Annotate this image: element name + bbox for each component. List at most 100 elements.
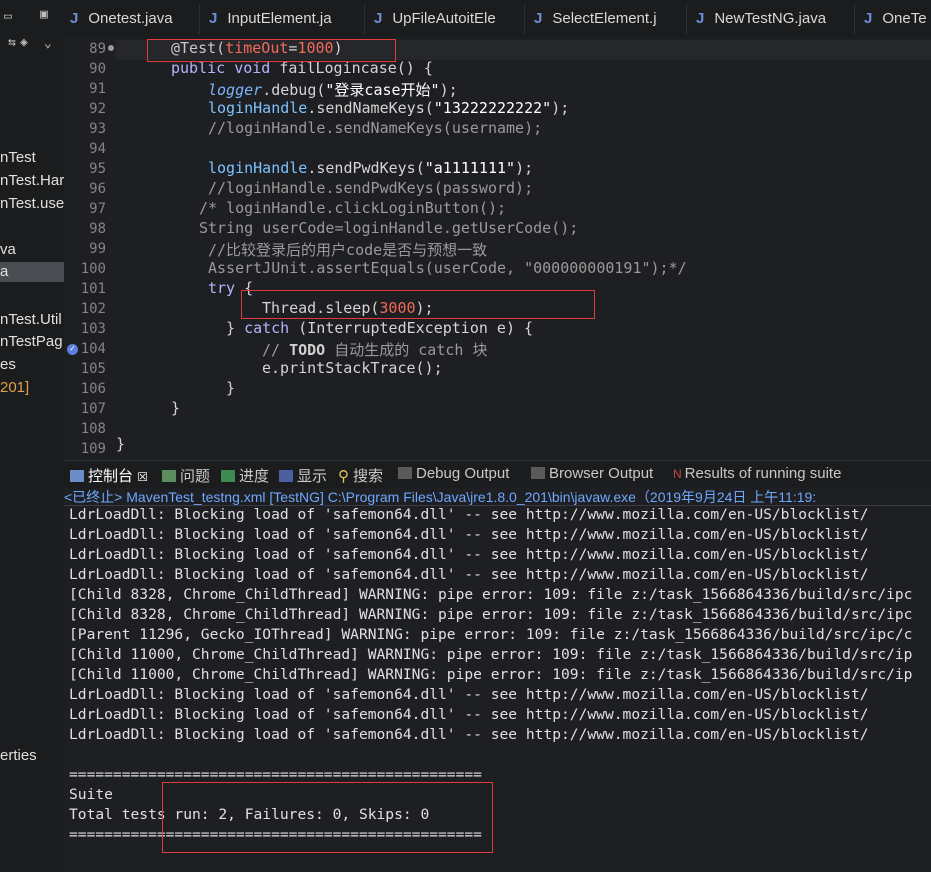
console-line: ========================================…: [69, 766, 482, 783]
tab-search[interactable]: ⚲ 搜索: [338, 465, 383, 486]
line-number: 97: [89, 201, 106, 217]
tab-divider: [199, 4, 200, 34]
console-status-line: <已终止> MavenTest_testng.xml [TestNG] C:\P…: [64, 489, 817, 505]
console-tab-bar: 控制台 ☒ 问题 进度 显示 ⚲ 搜索 Debug Output Browser …: [64, 460, 931, 488]
java-file-icon: J: [696, 10, 705, 27]
code-line-93: //loginHandle.sendNameKeys(username);: [208, 119, 543, 137]
line-number: 103: [80, 321, 106, 337]
summary-highlight-box: [162, 782, 493, 853]
line-number: 107: [80, 401, 106, 417]
tab-debug-output[interactable]: Debug Output: [398, 465, 509, 482]
console-line: [Child 8328, Chrome_ChildThread] WARNING…: [69, 606, 913, 623]
java-file-icon: J: [864, 10, 873, 27]
tab-problems[interactable]: 问题: [162, 465, 210, 486]
tab-label: 问题: [180, 468, 211, 485]
tab-progress[interactable]: 进度: [221, 465, 269, 486]
console-line: Suite: [69, 786, 113, 803]
comment-text: 自动生成的 catch 块: [325, 341, 488, 359]
console-line: [Parent 11296, Gecko_IOThread] WARNING: …: [69, 626, 913, 643]
code-line-97: /* loginHandle.clickLoginButton();: [199, 199, 507, 217]
close-icon[interactable]: ☒: [137, 470, 148, 484]
code-line-104: // TODO 自动生成的 catch 块: [262, 339, 487, 360]
console-line: [Child 11000, Chrome_ChildThread] WARNIN…: [69, 646, 913, 663]
console-line: LdrLoadDll: Blocking load of 'safemon64.…: [69, 726, 869, 743]
annotation-marker-icon[interactable]: [108, 45, 114, 51]
method-call: .sendPwdKeys(: [307, 159, 425, 177]
line-number: 92: [89, 101, 106, 117]
tab-label: UpFileAutoitEle: [392, 10, 496, 27]
code-line-106: }: [226, 379, 236, 397]
minimize-icon[interactable]: ▭: [4, 10, 12, 24]
statement-end: );: [439, 81, 458, 99]
problems-icon: [162, 470, 176, 482]
todo-tag: TODO: [289, 341, 326, 359]
console-output[interactable]: LdrLoadDll: Blocking load of 'safemon64.…: [64, 505, 931, 872]
code-line-107: }: [171, 399, 181, 417]
tab-divider: [686, 4, 687, 34]
console-line: LdrLoadDll: Blocking load of 'safemon64.…: [69, 566, 869, 583]
editor-tab[interactable]: J NewTestNG.java: [696, 10, 826, 27]
tab-label: 进度: [239, 468, 270, 485]
explorer-item[interactable]: nTestPag: [0, 332, 63, 352]
task-checkmark-icon[interactable]: ✓: [67, 344, 78, 355]
sleep-highlight-box: [241, 290, 595, 319]
tab-console[interactable]: 控制台 ☒: [70, 465, 148, 486]
console-line: LdrLoadDll: Blocking load of 'safemon64.…: [69, 546, 869, 563]
explorer-item[interactable]: nTest.Har: [0, 171, 64, 191]
tab-label: Results of running suite: [684, 465, 842, 482]
sync-icon[interactable]: ⇆: [8, 36, 16, 50]
editor-tab[interactable]: J OneTe: [864, 10, 927, 27]
tab-label: 搜索: [353, 468, 384, 485]
line-number: 91: [89, 81, 106, 97]
explorer-item[interactable]: nTest.Util: [0, 310, 62, 330]
explorer-item[interactable]: nTest: [0, 148, 36, 168]
console-line: LdrLoadDll: Blocking load of 'safemon64.…: [69, 706, 869, 723]
editor-tab[interactable]: J SelectElement.j: [534, 10, 657, 27]
console-line: LdrLoadDll: Blocking load of 'safemon64.…: [69, 686, 869, 703]
keyword: try: [208, 279, 236, 297]
string-literal: "登录case开始": [325, 81, 440, 99]
testng-icon: N: [673, 467, 682, 481]
code-line-92: loginHandle.sendNameKeys("13222222222");: [208, 99, 569, 117]
code-line-103: } catch (InterruptedException e) {: [226, 319, 533, 337]
tab-label: Debug Output: [416, 465, 510, 482]
keyword: catch: [244, 319, 290, 337]
code-editor[interactable]: 89 90 91 92 93 94 95 96 97 98 99 100 101 102 103 104 105…: [64, 38, 931, 458]
view-menu-chevron-down-icon[interactable]: ⌄: [44, 37, 52, 51]
statement-end: );: [515, 159, 534, 177]
logger-field: logger: [208, 81, 263, 99]
brace: }: [226, 319, 245, 337]
console-line: [Child 11000, Chrome_ChildThread] WARNIN…: [69, 666, 913, 683]
explorer-item[interactable]: a: [0, 262, 64, 282]
java-file-icon: J: [209, 10, 218, 27]
tab-results-running-suite[interactable]: N Results of running suite: [673, 465, 841, 482]
tab-label: Browser Output: [549, 465, 654, 482]
line-number: 96: [89, 181, 106, 197]
method-call: .debug(: [262, 81, 326, 99]
explorer-item[interactable]: va: [0, 240, 16, 260]
tab-label: 控制台: [88, 468, 134, 485]
editor-tab[interactable]: J UpFileAutoitEle: [374, 10, 496, 27]
explorer-item[interactable]: nTest.use: [0, 194, 64, 214]
explorer-item[interactable]: 201]: [0, 378, 29, 398]
line-number: 102: [80, 301, 106, 317]
maximize-icon[interactable]: ▣: [40, 8, 48, 22]
code-line-91: logger.debug("登录case开始");: [208, 79, 458, 100]
code-line-95: loginHandle.sendPwdKeys("a1111111");: [208, 159, 533, 177]
display-icon: [279, 470, 293, 482]
editor-tab[interactable]: J InputElement.ja: [209, 10, 332, 27]
explorer-item[interactable]: es: [0, 355, 16, 375]
focus-icon[interactable]: ◈: [20, 36, 28, 50]
tab-browser-output[interactable]: Browser Output: [531, 465, 653, 482]
editor-tab[interactable]: J Onetest.java: [70, 10, 173, 27]
tab-divider: [524, 4, 525, 34]
explorer-item[interactable]: erties: [0, 746, 37, 766]
tab-label: Onetest.java: [88, 10, 173, 27]
line-number: 100: [80, 261, 106, 277]
tab-display[interactable]: 显示: [279, 465, 327, 486]
java-file-icon: J: [70, 10, 79, 27]
statement-end: );: [551, 99, 570, 117]
code-line-100: AssertJUnit.assertEquals(userCode, "0000…: [208, 259, 687, 277]
tab-divider: [854, 4, 855, 34]
field-ref: loginHandle: [208, 159, 308, 177]
